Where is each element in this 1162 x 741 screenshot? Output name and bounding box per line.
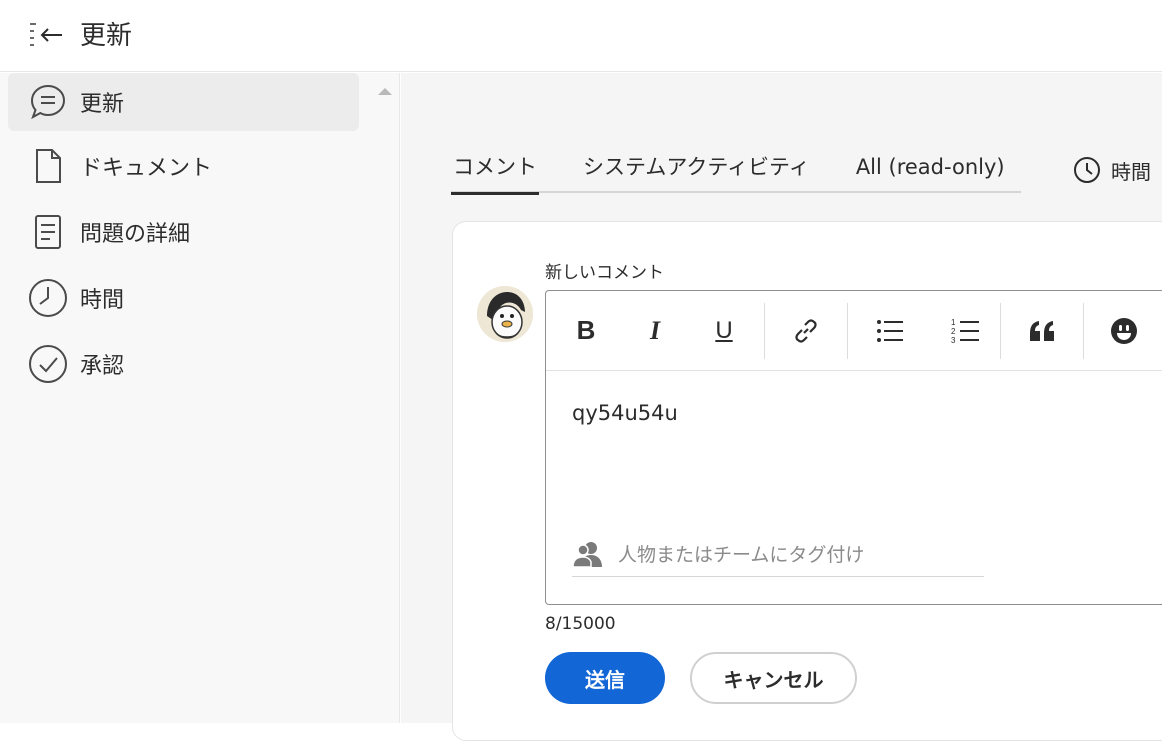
tag-people-input[interactable]: 人物またはチームにタグ付け <box>572 531 984 577</box>
sidebar-item-approvals[interactable]: 承認 <box>8 335 359 393</box>
clock-icon <box>26 276 70 320</box>
italic-button[interactable]: I <box>626 303 684 359</box>
panel-collapse-left-icon <box>30 23 62 46</box>
document-icon <box>26 144 70 188</box>
sidebar-item-documents[interactable]: ドキュメント <box>8 137 359 195</box>
sidebar-item-label: 承認 <box>80 354 125 379</box>
formatting-toolbar: B I U 1 2 3 <box>546 291 1162 371</box>
bullet-list-icon <box>877 319 903 342</box>
sidebar-item-time[interactable]: 時間 <box>8 269 359 327</box>
emoji-icon <box>1111 317 1137 344</box>
sidebar-item-label: ドキュメント <box>80 156 213 181</box>
cancel-button[interactable]: キャンセル <box>690 652 857 704</box>
send-button[interactable]: 送信 <box>545 652 665 704</box>
comment-text-input[interactable]: qy54u54u <box>572 401 678 425</box>
collapse-panel-button[interactable] <box>26 18 66 54</box>
people-icon <box>572 541 602 568</box>
new-comment-label: 新しいコメント <box>545 263 664 283</box>
svg-text:1: 1 <box>951 318 956 327</box>
avatar[interactable] <box>477 286 533 342</box>
comment-icon <box>26 80 70 124</box>
italic-icon: I <box>649 315 661 345</box>
sidebar-item-updates[interactable]: 更新 <box>8 73 359 131</box>
checkmark-circle-icon <box>26 342 70 386</box>
character-count: 8/15000 <box>545 614 616 634</box>
top-bar: 更新 <box>0 0 1162 72</box>
bullet-list-button[interactable] <box>848 303 932 359</box>
link-icon <box>795 318 817 343</box>
sidebar-item-label: 時間 <box>80 288 125 313</box>
tag-placeholder: 人物またはチームにタグ付け <box>618 544 865 566</box>
scroll-up-arrow[interactable] <box>378 88 392 95</box>
sidebar-item-issue-details[interactable]: 問題の詳細 <box>8 203 359 261</box>
details-icon <box>26 210 70 254</box>
sidebar: 更新 ドキュメント 問題の詳細 時間 承認 <box>0 73 400 723</box>
link-button[interactable] <box>765 303 847 359</box>
quote-button[interactable] <box>1001 303 1083 359</box>
tab-comments[interactable]: コメント <box>451 151 539 195</box>
page-title: 更新 <box>80 21 133 51</box>
bold-icon: B <box>576 315 596 345</box>
comment-editor: B I U 1 2 3 qy54u54u 人物またはチームにタグ付け <box>545 290 1162 605</box>
numbered-list-icon: 1 2 3 <box>951 318 979 345</box>
numbered-list-button[interactable]: 1 2 3 <box>932 303 1000 359</box>
underline-icon: U <box>715 316 733 344</box>
tab-system-activity[interactable]: システムアクティビティ <box>581 151 812 193</box>
updates-tabs: コメント システムアクティビティ All (read-only) <box>451 151 1021 195</box>
clock-icon <box>1074 157 1100 183</box>
svg-text:2: 2 <box>951 327 956 336</box>
emoji-button[interactable] <box>1084 303 1162 359</box>
sidebar-item-label: 問題の詳細 <box>80 222 191 247</box>
main-panel: コメント システムアクティビティ All (read-only) 時間 新しいコ… <box>401 73 1162 741</box>
comment-card: 新しいコメント B I U 1 2 3 qy54u54u 人物またはチームにタグ… <box>452 221 1162 741</box>
sidebar-item-label: 更新 <box>80 92 125 117</box>
underline-button[interactable]: U <box>684 303 764 359</box>
time-filter-label: 時間 <box>1111 159 1151 184</box>
bold-button[interactable]: B <box>546 303 626 359</box>
svg-text:3: 3 <box>951 336 956 345</box>
tab-all-read-only[interactable]: All (read-only) <box>854 151 1007 193</box>
quote-icon <box>1030 320 1054 341</box>
time-filter-button[interactable]: 時間 <box>1073 155 1151 185</box>
